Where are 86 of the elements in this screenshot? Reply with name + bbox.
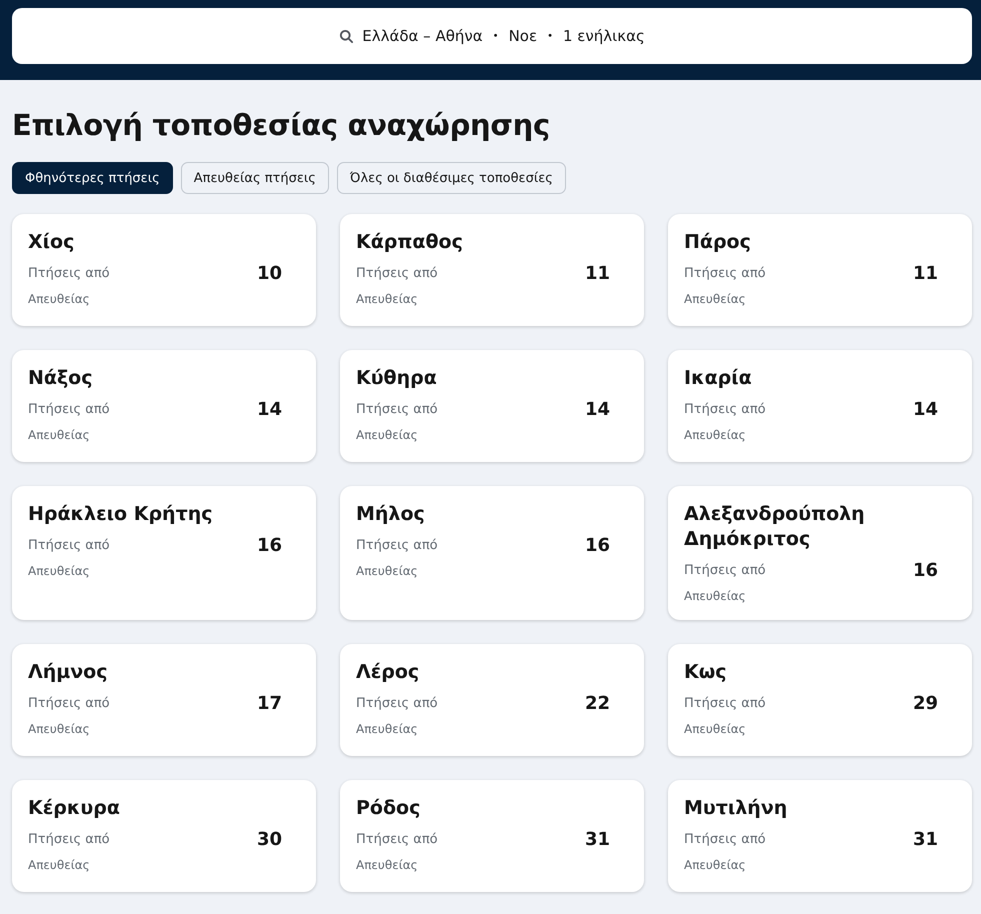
destination-card[interactable]: Κύθηρα Πτήσεις από 14 Απευθείας — [340, 350, 644, 462]
destination-card[interactable]: Κέρκυρα Πτήσεις από 30 Απευθείας — [12, 780, 316, 892]
direct-label: Απευθείας — [28, 428, 90, 442]
destination-name: Ικαρία — [684, 366, 753, 391]
price: 31 — [584, 829, 610, 850]
direct-label: Απευθείας — [28, 292, 90, 306]
price: 16 — [256, 535, 282, 556]
direct-label: Απευθείας — [28, 722, 90, 736]
destination-card[interactable]: Νάξος Πτήσεις από 14 Απευθείας — [12, 350, 316, 462]
destination-name: Μυτιλήνη — [684, 796, 788, 821]
price: 30 — [256, 829, 282, 850]
direct-label: Απευθείας — [356, 722, 418, 736]
direct-label: Απευθείας — [356, 564, 418, 578]
price-label: Πτήσεις από — [684, 402, 766, 417]
destination-name: Κέρκυρα — [28, 796, 121, 821]
destination-name: Κως — [684, 660, 728, 685]
filter-tab[interactable]: Φθηνότερες πτήσεις — [12, 162, 173, 194]
price-label: Πτήσεις από — [684, 563, 766, 578]
price: 14 — [912, 399, 938, 420]
destination-card[interactable]: Πάρος Πτήσεις από 11 Απευθείας — [668, 214, 972, 326]
price: 11 — [584, 263, 610, 284]
direct-label: Απευθείας — [684, 292, 746, 306]
travellers-text: 1 ενήλικας — [562, 27, 645, 45]
destination-card[interactable]: Κως Πτήσεις από 29 Απευθείας — [668, 644, 972, 756]
destination-card[interactable]: Ρόδος Πτήσεις από 31 Απευθείας — [340, 780, 644, 892]
search-bar[interactable]: Ελλάδα – Αθήνα • Νοε • 1 ενήλικας — [12, 8, 972, 64]
direct-label: Απευθείας — [28, 858, 90, 872]
direct-label: Απευθείας — [684, 858, 746, 872]
destination-name: Πάρος — [684, 230, 752, 255]
direct-label: Απευθείας — [356, 428, 418, 442]
price-label: Πτήσεις από — [28, 266, 110, 281]
destination-card[interactable]: Χίος Πτήσεις από 10 Απευθείας — [12, 214, 316, 326]
price: 10 — [256, 263, 282, 284]
destination-card[interactable]: Μυτιλήνη Πτήσεις από 31 Απευθείας — [668, 780, 972, 892]
price-label: Πτήσεις από — [28, 832, 110, 847]
destination-card[interactable]: Αλεξανδρούπολη Δημόκριτος Πτήσεις από 16 Απευθείας — [668, 486, 972, 620]
price-label: Πτήσεις από — [28, 402, 110, 417]
destination-card[interactable]: Μήλος Πτήσεις από 16 Απευθείας — [340, 486, 644, 620]
price: 14 — [256, 399, 282, 420]
price: 16 — [584, 535, 610, 556]
price: 14 — [584, 399, 610, 420]
destination-name: Κάρπαθος — [356, 230, 464, 255]
price-label: Πτήσεις από — [28, 538, 110, 553]
price: 16 — [912, 560, 938, 581]
separator-dot: • — [492, 30, 500, 42]
destination-name: Νάξος — [28, 366, 94, 391]
destination-card[interactable]: Λήμνος Πτήσεις από 17 Απευθείας — [12, 644, 316, 756]
destination-name: Λήμνος — [28, 660, 108, 685]
search-icon — [339, 28, 354, 44]
price: 29 — [912, 693, 938, 714]
destination-card[interactable]: Ικαρία Πτήσεις από 14 Απευθείας — [668, 350, 972, 462]
destination-card[interactable]: Ηράκλειο Κρήτης Πτήσεις από 16 Απευθείας — [12, 486, 316, 620]
direct-label: Απευθείας — [28, 564, 90, 578]
filter-tab[interactable]: Απευθείας πτήσεις — [180, 162, 329, 194]
price: 31 — [912, 829, 938, 850]
month-text: Νοε — [508, 27, 538, 45]
destination-name: Κύθηρα — [356, 366, 438, 391]
price-label: Πτήσεις από — [356, 266, 438, 281]
destination-name: Μήλος — [356, 502, 426, 527]
price-label: Πτήσεις από — [28, 696, 110, 711]
destination-card[interactable]: Λέρος Πτήσεις από 22 Απευθείας — [340, 644, 644, 756]
filter-tab[interactable]: Όλες οι διαθέσιμες τοποθεσίες — [336, 162, 566, 194]
direct-label: Απευθείας — [684, 428, 746, 442]
price-label: Πτήσεις από — [684, 832, 766, 847]
price-label: Πτήσεις από — [356, 402, 438, 417]
destination-name: Αλεξανδρούπολη Δημόκριτος — [684, 502, 866, 552]
direct-label: Απευθείας — [684, 722, 746, 736]
price-label: Πτήσεις από — [684, 266, 766, 281]
destination-name: Ηράκλειο Κρήτης — [28, 502, 214, 527]
destination-name: Ρόδος — [356, 796, 422, 821]
price-label: Πτήσεις από — [356, 832, 438, 847]
destination-name: Χίος — [28, 230, 76, 255]
price: 11 — [912, 263, 938, 284]
price: 17 — [256, 693, 282, 714]
price-label: Πτήσεις από — [356, 538, 438, 553]
destination-text: Ελλάδα – Αθήνα — [362, 27, 483, 45]
page-title: Επιλογή τοποθεσίας αναχώρησης — [12, 108, 551, 142]
destination-card[interactable]: Κάρπαθος Πτήσεις από 11 Απευθείας — [340, 214, 644, 326]
destination-name: Λέρος — [356, 660, 420, 685]
price-label: Πτήσεις από — [356, 696, 438, 711]
price: 22 — [584, 693, 610, 714]
direct-label: Απευθείας — [684, 589, 746, 603]
price-label: Πτήσεις από — [684, 696, 766, 711]
separator-dot: • — [546, 30, 554, 42]
direct-label: Απευθείας — [356, 858, 418, 872]
direct-label: Απευθείας — [356, 292, 418, 306]
